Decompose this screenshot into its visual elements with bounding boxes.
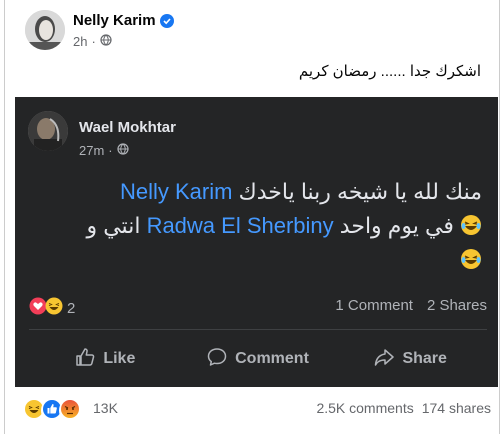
text-line-1-prefix: منك لله يا شيخه ربنا ياخدك [238, 179, 482, 204]
shared-post-text: منك لله يا شيخه ربنا ياخدك Nelly Karim ف… [32, 175, 482, 277]
post-card: Nelly Karim 2h · اشكرك جدا ...... رمضان … [4, 0, 500, 434]
comment-label: Comment [235, 350, 309, 367]
like-label: Like [103, 350, 136, 367]
laughing-emoji-icon [460, 246, 482, 269]
shared-stats-right: 1 Comment 2 Shares [335, 297, 487, 314]
author-avatar[interactable] [25, 10, 65, 50]
haha-reaction-icon [45, 297, 63, 319]
text-line-1: منك لله يا شيخه ربنا ياخدك Nelly Karim [32, 175, 482, 209]
shared-author-avatar[interactable] [28, 111, 68, 151]
laughing-emoji-icon [460, 212, 482, 235]
author-name-row: Nelly Karim [73, 12, 174, 29]
shared-time[interactable]: 27m [79, 143, 104, 158]
post-header: Nelly Karim 2h · [5, 0, 499, 60]
post-time[interactable]: 2h [73, 34, 87, 49]
mention-nelly-karim[interactable]: Nelly Karim [120, 179, 232, 204]
dot-separator: · [108, 143, 113, 158]
text-line-2-prefix: في يوم واحد [339, 213, 454, 238]
shared-reaction-count: 2 [67, 299, 76, 317]
angry-reaction-icon [59, 398, 81, 423]
divider [29, 329, 487, 330]
post-comment-count[interactable]: 2.5K comments [316, 400, 413, 416]
post-reaction-count[interactable]: 13K [93, 400, 118, 416]
share-icon [374, 347, 395, 372]
globe-icon [117, 143, 129, 158]
shared-reactions[interactable]: 2 [29, 297, 75, 319]
post-caption: اشكرك جدا ...... رمضان كريم [298, 63, 481, 80]
post-stats-right: 2.5K comments 174 shares [316, 400, 491, 416]
globe-icon [100, 34, 112, 49]
shared-author-name[interactable]: Wael Mokhtar [79, 119, 176, 136]
shared-post[interactable]: Wael Mokhtar 27m · منك لله يا شيخه ربنا … [15, 97, 498, 387]
verified-badge-icon [159, 13, 174, 28]
author-name[interactable]: Nelly Karim [73, 12, 156, 29]
share-label: Share [402, 350, 447, 367]
shared-share-count[interactable]: 2 Shares [427, 297, 487, 314]
mention-radwa-el-sherbiny[interactable]: Radwa El Sherbiny [147, 213, 334, 238]
shared-action-bar: Like Comment Share [29, 341, 487, 377]
post-meta: 2h · [73, 34, 112, 49]
comment-icon [207, 347, 227, 372]
post-reactions[interactable] [23, 398, 81, 423]
text-line-2-suffix: انتي و [86, 213, 141, 238]
text-line-2: في يوم واحد Radwa El Sherbiny انتي و [32, 209, 482, 243]
dot-separator: · [91, 34, 96, 49]
post-share-count[interactable]: 174 shares [422, 400, 491, 416]
thumbs-up-icon [75, 347, 95, 372]
shared-meta: 27m · [79, 143, 129, 158]
post-stats: 13K 2.5K comments 174 shares [5, 396, 499, 423]
shared-comment-count[interactable]: 1 Comment [335, 297, 413, 314]
share-button[interactable]: Share [334, 341, 487, 377]
shared-stats: 2 1 Comment 2 Shares [29, 297, 487, 317]
text-line-3 [32, 243, 482, 277]
comment-button[interactable]: Comment [182, 341, 335, 377]
like-button[interactable]: Like [29, 341, 182, 377]
